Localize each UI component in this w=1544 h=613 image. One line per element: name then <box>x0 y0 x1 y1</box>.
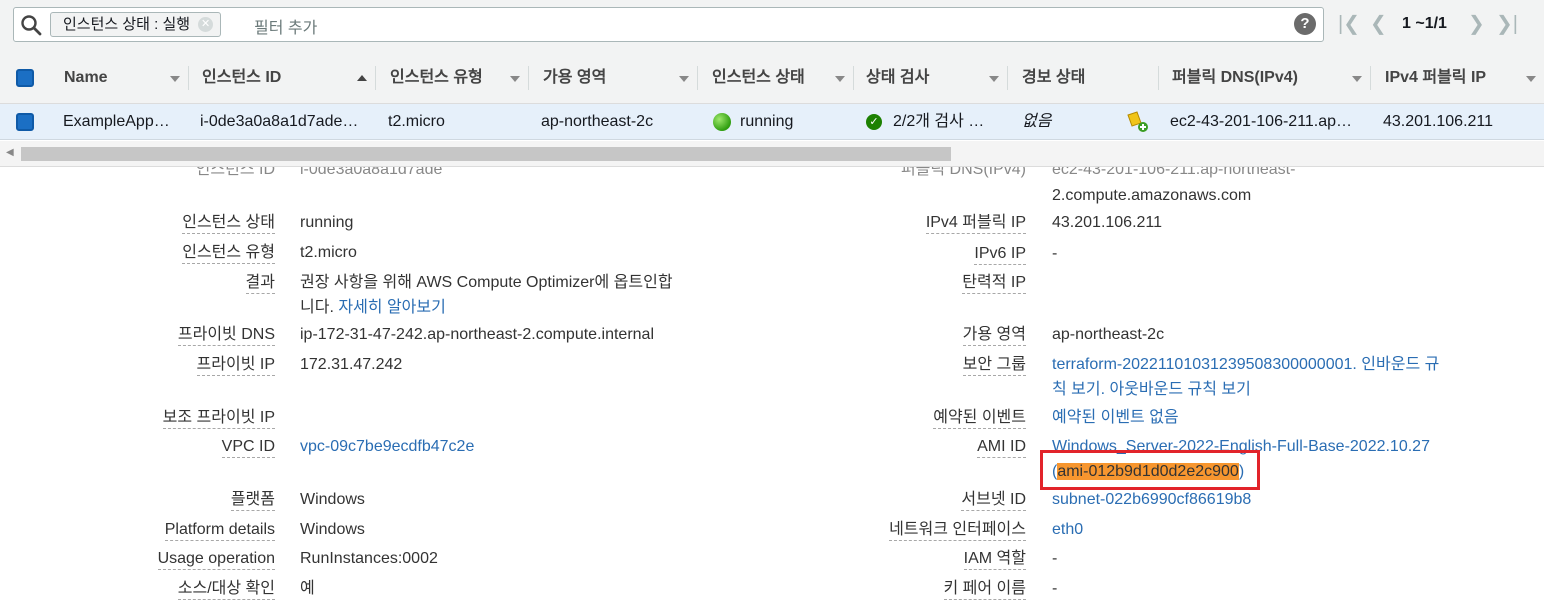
filter-input[interactable]: 필터 추가 <box>254 14 317 38</box>
detail-value-instance-state: running <box>300 214 354 231</box>
detail-value-instance-type: t2.micro <box>300 244 357 261</box>
filter-token-label: 인스턴스 상태 : 실행 <box>63 16 191 33</box>
detail-label-usage-operation: Usage operation <box>157 549 275 570</box>
detail-value-ipv4-public-ip: 43.201.106.211 <box>1052 214 1163 231</box>
cell-instance-id: i-0de3a0a8a1d7ade… <box>200 113 359 130</box>
detail-label-subnet-id: 서브넷 ID <box>961 490 1026 511</box>
detail-label-secondary-private-ip: 보조 프라이빗 IP <box>162 408 275 429</box>
column-header-instance-state[interactable]: 인스턴스 상태 <box>712 52 805 104</box>
detail-label-scheduled-events: 예약된 이벤트 <box>933 408 1026 429</box>
caret-down-icon[interactable] <box>510 76 520 82</box>
caret-down-icon[interactable] <box>170 76 180 82</box>
last-page-icon[interactable]: ❯| <box>1496 12 1518 36</box>
close-icon[interactable]: ✕ <box>198 17 214 32</box>
caret-down-icon[interactable] <box>835 76 845 82</box>
caret-down-icon[interactable] <box>679 76 689 82</box>
search-icon <box>21 15 42 36</box>
column-header-instance-id[interactable]: 인스턴스 ID <box>202 52 281 104</box>
filter-bar: 인스턴스 상태 : 실행 ✕ 필터 추가 ? |❮ ❮ 1 ~1/1 ❯ ❯| <box>0 0 1544 52</box>
detail-value-source-dest-check: 예 <box>300 580 315 597</box>
subnet-id-link[interactable]: subnet-022b6990cf86619b8 <box>1052 490 1251 510</box>
sort-ascending-icon[interactable] <box>357 75 367 81</box>
learn-more-link[interactable]: 자세히 알아보기 <box>338 299 446 316</box>
detail-label-vpc-id: VPC ID <box>221 437 275 458</box>
cell-ipv4-public-ip: 43.201.106.211 <box>1383 113 1494 130</box>
detail-label-key-pair: 키 페어 이름 <box>943 579 1026 600</box>
detail-label-elastic-ip: 탄력적 IP <box>962 273 1026 294</box>
scrollbar-thumb[interactable] <box>21 147 951 161</box>
check-icon: ✓ <box>866 114 882 130</box>
detail-value-usage-operation: RunInstances:0002 <box>300 550 438 567</box>
row-checkbox[interactable] <box>16 113 34 131</box>
column-header-alarm-status[interactable]: 경보 상태 <box>1022 52 1085 104</box>
filter-search-box[interactable]: 인스턴스 상태 : 실행 ✕ 필터 추가 <box>13 7 1324 42</box>
cell-instance-state: running <box>740 113 794 130</box>
security-group-link[interactable]: terraform-20221101031239508300000001. 인바… <box>1052 355 1439 375</box>
detail-value-private-dns: ip-172-31-47-242.ap-northeast-2.compute.… <box>300 326 654 343</box>
filter-token[interactable]: 인스턴스 상태 : 실행 ✕ <box>50 12 222 37</box>
detail-label-platform: 플랫폼 <box>230 490 275 511</box>
caret-down-icon[interactable] <box>1352 76 1362 82</box>
cell-status-check[interactable]: 2/2개 검사 … <box>893 104 1003 140</box>
select-all-checkbox[interactable] <box>16 69 34 87</box>
next-page-icon[interactable]: ❯ <box>1468 12 1485 36</box>
caret-down-icon[interactable] <box>1526 76 1536 82</box>
pagination-label: 1 ~1/1 <box>1402 15 1447 32</box>
finding-text-end: 니다. <box>300 299 334 316</box>
cell-name: ExampleApp… <box>63 113 170 130</box>
detail-value-key-pair: - <box>1052 580 1058 597</box>
detail-value-platform-details: Windows <box>300 521 365 538</box>
detail-label-source-dest-check: 소스/대상 확인 <box>177 579 275 600</box>
detail-label-ami-id: AMI ID <box>977 437 1026 458</box>
scroll-left-icon[interactable]: ◀ <box>6 147 14 158</box>
caret-down-icon[interactable] <box>989 76 999 82</box>
detail-label-private-dns: 프라이빗 DNS <box>177 325 275 346</box>
detail-value-private-ip: 172.31.47.242 <box>300 356 403 373</box>
scheduled-events-link[interactable]: 예약된 이벤트 없음 <box>1052 408 1179 428</box>
running-status-icon <box>713 113 731 131</box>
detail-label-private-ip: 프라이빗 IP <box>196 355 275 376</box>
column-header-az[interactable]: 가용 영역 <box>543 52 606 104</box>
detail-label-platform-details: Platform details <box>164 520 275 541</box>
table-row[interactable]: ExampleApp… i-0de3a0a8a1d7ade… t2.micro … <box>0 104 1544 140</box>
detail-value-finding-2: 니다. 자세히 알아보기 <box>300 298 446 318</box>
add-alarm-icon[interactable] <box>1125 111 1149 133</box>
security-group-rules-link[interactable]: 칙 보기. 아웃바운드 규칙 보기 <box>1052 380 1251 400</box>
detail-label-az: 가용 영역 <box>962 325 1026 346</box>
vpc-id-link[interactable]: vpc-09c7be9ecdfb47c2e <box>300 437 474 457</box>
detail-value-az: ap-northeast-2c <box>1052 326 1165 343</box>
cell-az: ap-northeast-2c <box>541 113 654 130</box>
detail-label-instance-type: 인스턴스 유형 <box>182 243 275 264</box>
detail-label-ipv4-public-ip: IPv4 퍼블릭 IP <box>925 213 1026 234</box>
detail-value-iam-role: - <box>1052 550 1058 567</box>
cell-public-dns: ec2-43-201-106-211.ap… <box>1170 113 1353 130</box>
detail-value-platform: Windows <box>300 491 365 508</box>
first-page-icon[interactable]: |❮ <box>1338 12 1360 36</box>
prev-page-icon[interactable]: ❮ <box>1370 12 1387 36</box>
detail-label-ipv6-ip: IPv6 IP <box>974 244 1026 265</box>
detail-label-finding: 결과 <box>245 273 275 294</box>
column-header-public-dns[interactable]: 퍼블릭 DNS(IPv4) <box>1172 52 1298 104</box>
detail-label-iam-role: IAM 역할 <box>963 549 1026 570</box>
cell-instance-type: t2.micro <box>388 113 445 130</box>
table-header: Name 인스턴스 ID 인스턴스 유형 가용 영역 인스턴스 상태 상태 검사… <box>0 52 1544 104</box>
network-interface-link[interactable]: eth0 <box>1052 520 1083 540</box>
detail-value-finding: 권장 사항을 위해 AWS Compute Optimizer에 옵트인합 <box>300 274 673 291</box>
column-header-status-check[interactable]: 상태 검사 <box>866 52 929 104</box>
column-header-ipv4-public-ip[interactable]: IPv4 퍼블릭 IP <box>1385 52 1486 104</box>
detail-label-instance-state: 인스턴스 상태 <box>182 213 275 234</box>
detail-value-public-dns-2: 2.compute.amazonaws.com <box>1052 187 1252 204</box>
detail-label-security-groups: 보안 그룹 <box>962 355 1026 376</box>
column-header-instance-type[interactable]: 인스턴스 유형 <box>390 52 483 104</box>
detail-value-ipv6-ip: - <box>1052 245 1058 262</box>
cell-alarm-status: 없음 <box>1022 113 1052 130</box>
help-icon[interactable]: ? <box>1294 13 1316 35</box>
highlight-callout-box <box>1040 450 1260 490</box>
column-header-name[interactable]: Name <box>64 52 108 104</box>
detail-label-network-interfaces: 네트워크 인터페이스 <box>889 520 1026 541</box>
